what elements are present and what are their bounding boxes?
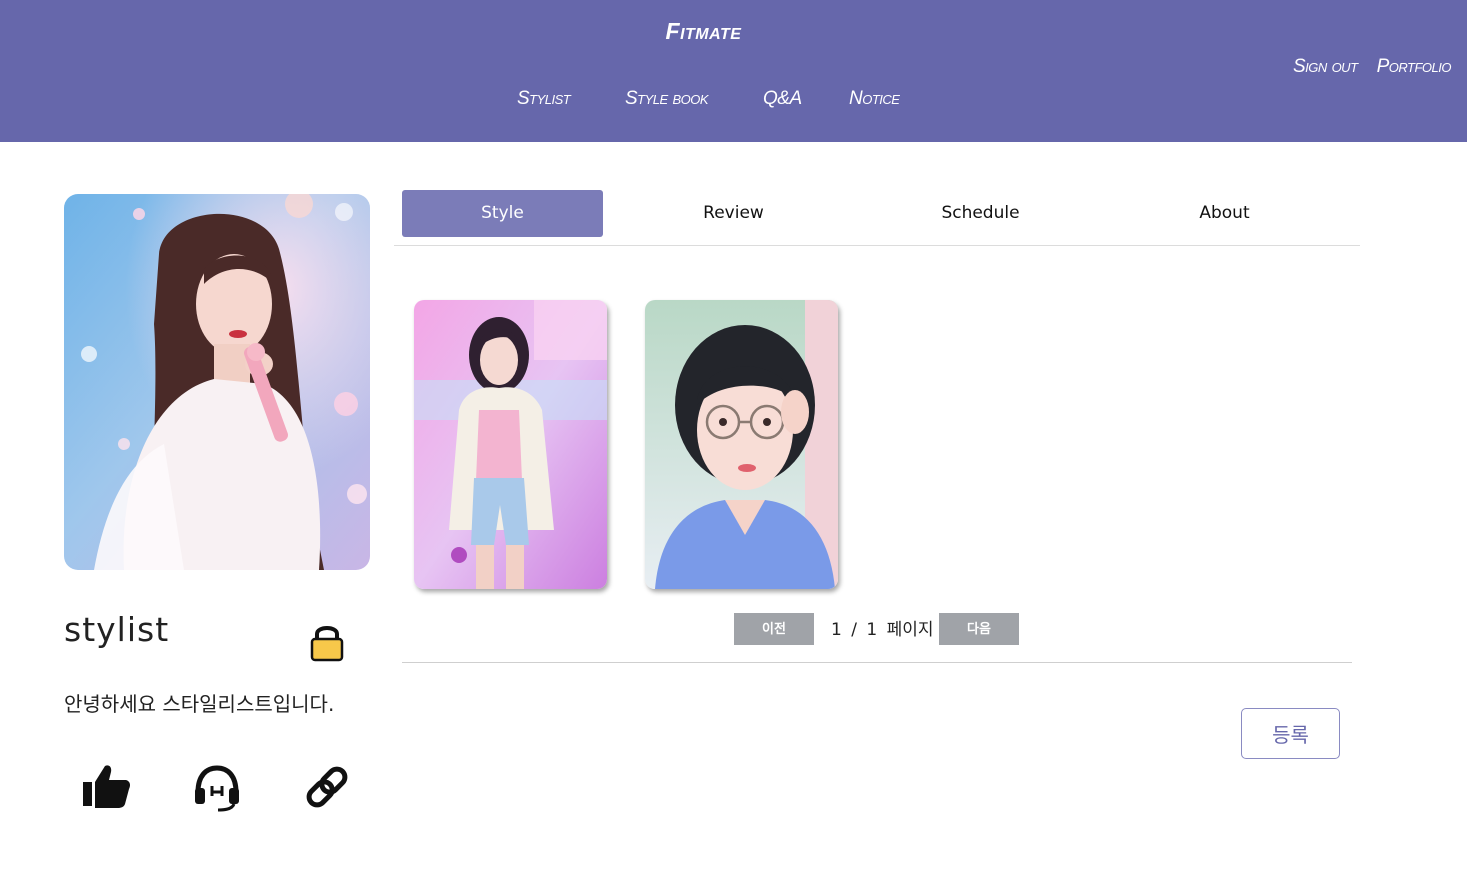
profile-intro: 안녕하세요 스타일리스트입니다. [64,692,335,716]
sign-out-link[interactable]: Sign out [1293,56,1358,77]
page-indicator: 1 / 1 페이지 [831,615,938,640]
nav-stylist[interactable]: Stylist [517,88,571,110]
profile-photo [64,194,370,570]
style-photo-1[interactable] [414,300,607,589]
nav-style-book[interactable]: Style book [625,88,709,110]
top-header: Fitmate Stylist Style book Q&A Notice Si… [0,0,1467,142]
tab-review[interactable]: Review [633,190,834,237]
tab-style[interactable]: Style [402,190,603,237]
section-divider [402,662,1352,663]
account-links: Sign out Portfolio [1279,56,1452,78]
page-separator: / [851,620,857,640]
thumbs-up-icon[interactable] [81,762,131,812]
current-page: 1 [831,620,842,640]
total-pages: 1 [866,620,878,640]
profile-tabs: Style Review Schedule About [394,186,1360,246]
next-page-button[interactable]: 다음 [939,613,1019,645]
link-icon[interactable] [302,762,352,812]
brand-logo[interactable]: Fitmate [0,18,1407,45]
profile-name: stylist [64,610,170,649]
prev-page-button[interactable]: 이전 [734,613,814,645]
headset-icon[interactable] [192,762,242,812]
lock-icon[interactable] [308,622,346,662]
register-button[interactable]: 등록 [1241,708,1340,759]
tab-schedule[interactable]: Schedule [880,190,1081,237]
page-unit: 페이지 [886,620,934,640]
style-photo-2[interactable] [645,300,838,589]
tab-about[interactable]: About [1124,190,1325,237]
nav-notice[interactable]: Notice [849,88,900,110]
nav-qna[interactable]: Q&A [763,88,802,110]
portfolio-link[interactable]: Portfolio [1377,56,1452,77]
